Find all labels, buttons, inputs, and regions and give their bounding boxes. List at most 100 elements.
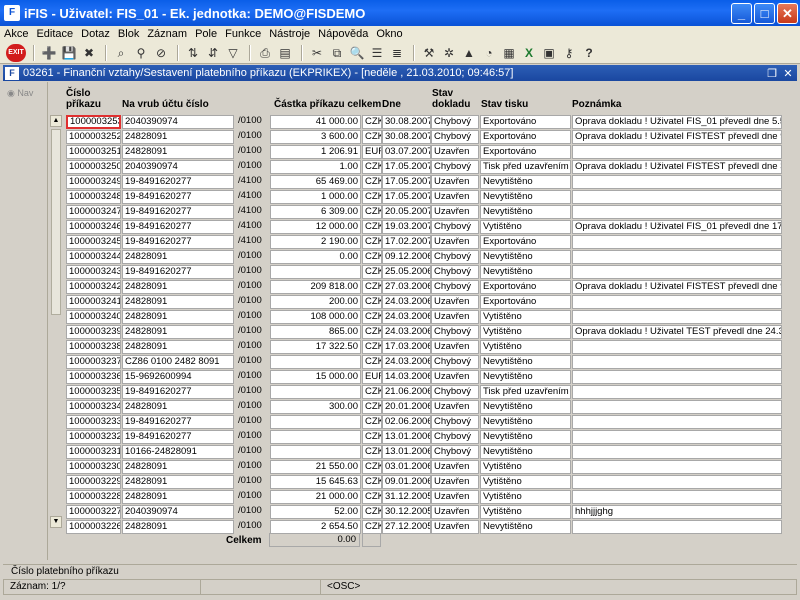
cell-castka[interactable]: 1 000.00	[270, 190, 361, 204]
cell-ucet[interactable]: 2040390974	[122, 160, 234, 174]
menu-pole[interactable]: Pole	[195, 28, 217, 40]
menu-okno[interactable]: Okno	[376, 28, 402, 40]
cell-stav[interactable]: Chybový	[431, 385, 479, 399]
table-row[interactable]: 100000322924828091/0100 15 645.63CZK09.01…	[66, 475, 786, 490]
cell-ucet[interactable]: 10166-24828091	[122, 445, 234, 459]
cell-tisk[interactable]: Vytištěno	[480, 310, 571, 324]
cell-dne[interactable]: 13.01.2006	[382, 445, 431, 459]
cell-cislo[interactable]: 1000003245	[66, 235, 121, 249]
cell-castka[interactable]: 865.00	[270, 325, 361, 339]
cell-stav[interactable]: Chybový	[431, 115, 479, 129]
cell-dne[interactable]: 21.06.2006	[382, 385, 431, 399]
table-row[interactable]: 100000325224828091/0100 3 600.00CZK30.08.…	[66, 130, 786, 145]
cell-castka[interactable]: 41 000.00	[270, 115, 361, 129]
cell-dne[interactable]: 24.03.2006	[382, 310, 431, 324]
menu-dotaz[interactable]: Dotaz	[81, 28, 110, 40]
menu-nastroje[interactable]: Nástroje	[269, 28, 310, 40]
cell-castka[interactable]: 15 000.00	[270, 370, 361, 384]
cell-tisk[interactable]: Exportováno	[480, 115, 571, 129]
cell-tisk[interactable]: Vytištěno	[480, 220, 571, 234]
cell-stav[interactable]: Uzavřen	[431, 145, 479, 159]
cell-cislo[interactable]: 1000003240	[66, 310, 121, 324]
table-row[interactable]: 100000323924828091/0100 865.00CZK24.03.20…	[66, 325, 786, 340]
cell-pozn[interactable]: Oprava dokladu ! Uživatel FIS_01 převedl…	[572, 220, 782, 234]
cell-tisk[interactable]: Nevytištěno	[480, 190, 571, 204]
cell-stav[interactable]: Uzavřen	[431, 460, 479, 474]
cell-cislo[interactable]: 1000003242	[66, 280, 121, 294]
cell-stav[interactable]: Uzavřen	[431, 400, 479, 414]
cell-pozn[interactable]	[572, 520, 782, 534]
cell-ucet[interactable]: 24828091	[122, 250, 234, 264]
cell-pozn[interactable]	[572, 370, 782, 384]
table-row[interactable]: 10000032272040390974/0100 52.00CZK30.12.2…	[66, 505, 786, 520]
cell-stav[interactable]: Uzavřen	[431, 370, 479, 384]
table-row[interactable]: 100000324124828091/0100 200.00CZK24.03.20…	[66, 295, 786, 310]
cell-stav[interactable]: Chybový	[431, 160, 479, 174]
cell-tisk[interactable]: Nevytištěno	[480, 520, 571, 534]
cell-stav[interactable]: Chybový	[431, 325, 479, 339]
cell-mena[interactable]: CZK	[362, 340, 382, 354]
cell-stav[interactable]: Uzavřen	[431, 520, 479, 534]
cell-castka[interactable]	[270, 385, 361, 399]
cell-tisk[interactable]: Tisk před uzavřením	[480, 385, 571, 399]
cell-pozn[interactable]	[572, 205, 782, 219]
delete-record-icon[interactable]: ✖	[80, 44, 98, 62]
cell-dne[interactable]: 31.12.2005	[382, 490, 431, 504]
cell-mena[interactable]: EUR	[362, 145, 382, 159]
table-row[interactable]: 100000323110166-24828091/0100 CZK13.01.20…	[66, 445, 786, 460]
cell-dne[interactable]: 14.03.2006	[382, 370, 431, 384]
cell-mena[interactable]: CZK	[362, 265, 382, 279]
cell-mena[interactable]: CZK	[362, 385, 382, 399]
cell-ucet[interactable]: 24828091	[122, 280, 234, 294]
cell-castka[interactable]: 0.00	[270, 250, 361, 264]
sort-desc-icon[interactable]: ⇵	[204, 44, 222, 62]
cell-pozn[interactable]	[572, 340, 782, 354]
clock-icon[interactable]: ◔	[480, 44, 498, 62]
cell-castka[interactable]: 65 469.00	[270, 175, 361, 189]
cell-tisk[interactable]: Nevytištěno	[480, 370, 571, 384]
cell-castka[interactable]: 6 309.00	[270, 205, 361, 219]
cell-dne[interactable]: 09.01.2006	[382, 475, 431, 489]
cell-tisk[interactable]: Nevytištěno	[480, 430, 571, 444]
cell-ucet[interactable]: 15-9692600994	[122, 370, 234, 384]
scroll-down-icon[interactable]: ▼	[50, 516, 62, 528]
cell-stav[interactable]: Chybový	[431, 220, 479, 234]
cell-castka[interactable]: 52.00	[270, 505, 361, 519]
cut-icon[interactable]: ✂	[308, 44, 326, 62]
cell-ucet[interactable]: 24828091	[122, 130, 234, 144]
cell-castka[interactable]: 17 322.50	[270, 340, 361, 354]
cell-castka[interactable]: 1 206.91	[270, 145, 361, 159]
save-icon[interactable]: 💾	[60, 44, 78, 62]
cell-cislo[interactable]: 1000003247	[66, 205, 121, 219]
table-row[interactable]: 100000324024828091/0100 108 000.00CZK24.0…	[66, 310, 786, 325]
cell-mena[interactable]: CZK	[362, 190, 382, 204]
table-row[interactable]: 100000323424828091/0100 300.00CZK20.01.20…	[66, 400, 786, 415]
restore-icon[interactable]: ❐	[765, 67, 779, 80]
cell-pozn[interactable]	[572, 265, 782, 279]
cell-pozn[interactable]	[572, 250, 782, 264]
cell-cislo[interactable]: 1000003228	[66, 490, 121, 504]
cell-stav[interactable]: Uzavřen	[431, 490, 479, 504]
table-row[interactable]: 100000324424828091/0100 0.00CZK09.12.2006…	[66, 250, 786, 265]
execute-query-icon[interactable]: ⚲	[132, 44, 150, 62]
cell-ucet[interactable]: 24828091	[122, 310, 234, 324]
cell-cislo[interactable]: 1000003251	[66, 145, 121, 159]
menu-funkce[interactable]: Funkce	[225, 28, 261, 40]
help-icon[interactable]: ?	[580, 44, 598, 62]
cell-tisk[interactable]: Nevytištěno	[480, 400, 571, 414]
cell-castka[interactable]: 108 000.00	[270, 310, 361, 324]
cell-tisk[interactable]: Vytištěno	[480, 475, 571, 489]
cell-mena[interactable]: CZK	[362, 445, 382, 459]
cell-pozn[interactable]: Oprava dokladu ! Uživatel FISTEST převed…	[572, 160, 782, 174]
enter-query-icon[interactable]: ⌕	[112, 44, 130, 62]
cell-dne[interactable]: 09.12.2006	[382, 250, 431, 264]
form-close-icon[interactable]: ✕	[781, 67, 795, 80]
table-row[interactable]: 100000324619-8491620277/4100 12 000.00CZK…	[66, 220, 786, 235]
cell-castka[interactable]: 209 818.00	[270, 280, 361, 294]
cell-mena[interactable]: CZK	[362, 175, 382, 189]
cell-mena[interactable]: CZK	[362, 505, 382, 519]
cell-tisk[interactable]: Nevytištěno	[480, 250, 571, 264]
cell-tisk[interactable]: Nevytištěno	[480, 415, 571, 429]
cell-stav[interactable]: Chybový	[431, 430, 479, 444]
cell-dne[interactable]: 17.05.2007	[382, 190, 431, 204]
